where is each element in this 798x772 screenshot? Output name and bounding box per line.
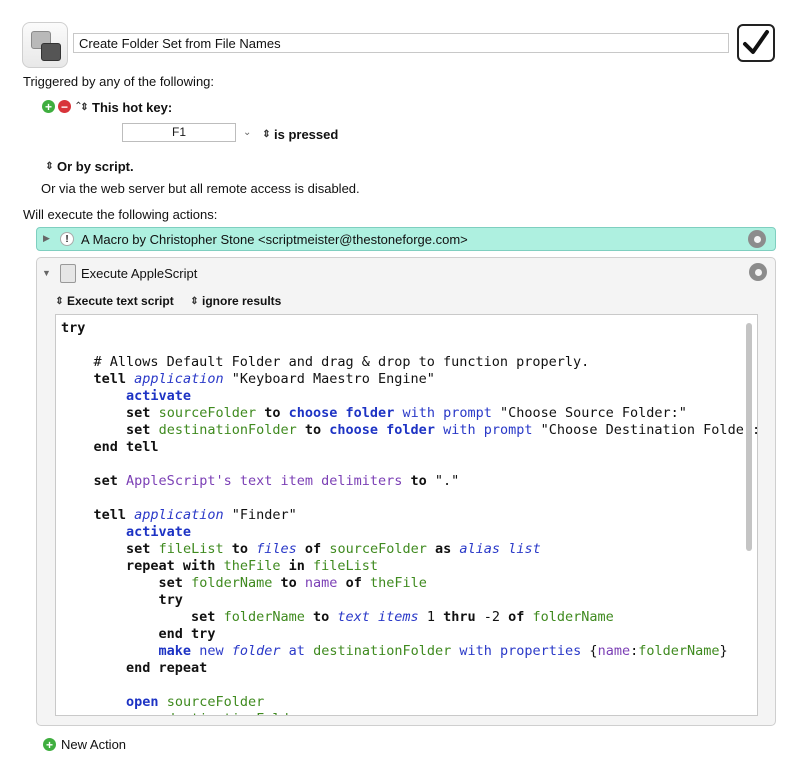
script-trigger-label: Or by script. [57, 159, 134, 174]
updown-arrows-icon: ⇕ [80, 102, 89, 113]
checkmark-icon [743, 30, 769, 54]
code-line: make new folder at destinationFolder wit… [158, 643, 728, 659]
code-line: open sourceFolder [126, 694, 265, 710]
new-action-button[interactable]: + New Action [43, 737, 126, 752]
code-line: open destinationFolder [61, 711, 757, 715]
code-line: try [61, 320, 86, 336]
triggers-heading: Triggered by any of the following: [23, 74, 215, 89]
macro-icon[interactable] [22, 22, 68, 68]
code-line: try [158, 592, 183, 608]
script-text[interactable]: try # Allows Default Folder and drag & d… [61, 320, 758, 715]
updown-arrows-icon: ⇕ [190, 295, 199, 307]
web-server-note: Or via the web server but all remote acc… [41, 181, 360, 196]
code-line: set fileList to files of sourceFolder as… [126, 541, 541, 557]
script-trigger-popup[interactable]: ⇕ Or by script. [45, 159, 134, 174]
code-line: repeat with theFile in fileList [126, 558, 379, 574]
hotkey-trigger-row: + − ⌃ [42, 100, 83, 113]
applescript-icon [60, 264, 76, 283]
code-line: set destinationFolder to choose folder w… [126, 422, 758, 438]
updown-arrows-icon: ⇕ [262, 129, 271, 140]
add-icon: + [43, 738, 56, 751]
gear-icon[interactable] [749, 263, 767, 281]
code-line: activate [126, 524, 192, 540]
new-action-label: New Action [61, 737, 127, 752]
hotkey-field[interactable]: F1 [122, 123, 236, 142]
code-line: tell application "Finder" [93, 507, 297, 523]
code-line: end try [158, 626, 216, 642]
macro-icon-front-square [41, 43, 61, 61]
comment-action-title: A Macro by Christopher Stone <scriptmeis… [81, 232, 468, 247]
code-line: tell application "Keyboard Maestro Engin… [93, 371, 435, 387]
macro-enabled-checkbox[interactable] [737, 24, 775, 62]
comment-icon: ! [60, 232, 74, 246]
code-line: set AppleScript's text item delimiters t… [93, 473, 460, 489]
scrollbar-thumb[interactable] [746, 323, 752, 551]
code-line: set folderName to text items 1 thru -2 o… [191, 609, 614, 625]
code-line: set folderName to name of theFile [158, 575, 427, 591]
updown-arrows-icon: ⇕ [45, 161, 54, 172]
script-mode-label: Execute text script [67, 294, 174, 308]
hotkey-state-label: is pressed [274, 127, 339, 142]
code-line: set sourceFolder to choose folder with p… [126, 405, 687, 421]
results-mode-popup[interactable]: ⇕ ignore results [190, 294, 281, 308]
add-trigger-icon[interactable]: + [42, 100, 55, 113]
script-editor[interactable]: try # Allows Default Folder and drag & d… [55, 314, 758, 716]
macro-name-field[interactable] [73, 33, 729, 53]
updown-arrows-icon: ⇕ [55, 295, 64, 307]
scrollbar[interactable] [744, 317, 755, 713]
trigger-type-popup[interactable]: ⇕ This hot key: [80, 100, 172, 115]
remove-trigger-icon[interactable]: − [58, 100, 71, 113]
actions-heading: Will execute the following actions: [23, 207, 218, 222]
code-line: # Allows Default Folder and drag & drop … [61, 354, 590, 370]
disclosure-triangle-right-icon[interactable]: ▶ [43, 233, 50, 244]
applescript-action-title: Execute AppleScript [81, 266, 198, 281]
comment-action[interactable]: ▶ ! A Macro by Christopher Stone <script… [36, 227, 776, 251]
hotkey-label: This hot key: [92, 100, 173, 115]
script-mode-popup[interactable]: ⇕ Execute text script [55, 294, 174, 308]
disclosure-triangle-down-icon[interactable]: ▼ [42, 268, 51, 278]
code-line: activate [126, 388, 192, 404]
hotkey-state-popup[interactable]: ⇕ is pressed [262, 127, 338, 142]
code-line: end tell [93, 439, 159, 455]
chevron-down-icon[interactable]: ⌄ [243, 127, 251, 138]
gear-icon[interactable] [748, 230, 766, 248]
code-line: end repeat [126, 660, 208, 676]
results-mode-label: ignore results [202, 294, 282, 308]
